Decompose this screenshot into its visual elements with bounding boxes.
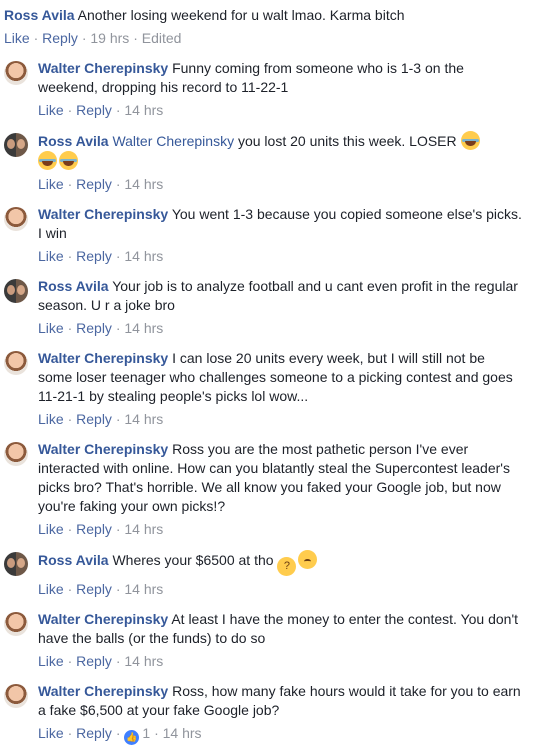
slightly-frowning-emoji: [298, 550, 318, 569]
comment-thread: Ross Avila Another losing weekend for u …: [0, 0, 542, 745]
reply-item: Walter Cherepinsky Ross, how many fake h…: [0, 682, 542, 745]
reply-item: Ross Avila Walter Cherepinsky you lost 2…: [0, 131, 542, 193]
reply-item: Walter Cherepinsky I can lose 20 units e…: [0, 349, 542, 428]
reply-text-line: Ross Avila Walter Cherepinsky you lost 2…: [38, 131, 522, 171]
reply-text-line: Ross Avila Wheres your $6500 at tho: [38, 550, 522, 576]
reply-text-line: Walter Cherepinsky At least I have the m…: [38, 610, 522, 648]
comment-text: Another losing weekend for u walt lmao. …: [77, 7, 405, 23]
comment-author[interactable]: Ross Avila: [4, 7, 75, 23]
reply-link[interactable]: Reply: [76, 248, 112, 264]
avatar[interactable]: [4, 133, 28, 157]
like-link[interactable]: Like: [38, 102, 64, 118]
like-link[interactable]: Like: [38, 248, 64, 264]
avatar[interactable]: [4, 612, 28, 636]
reply-actions: Like · Reply · 14 hrs: [38, 102, 164, 118]
edited-label[interactable]: Edited: [142, 30, 182, 46]
reply-link[interactable]: Reply: [76, 176, 112, 192]
reply-item: Ross Avila Your job is to analyze footba…: [0, 277, 542, 337]
reply-actions: Like · Reply · 14 hrs: [38, 411, 164, 427]
reply-item: Walter Cherepinsky Funny coming from som…: [0, 59, 542, 119]
reply-author[interactable]: Ross Avila: [38, 278, 109, 294]
timestamp[interactable]: 14 hrs: [124, 411, 163, 427]
reply-link[interactable]: Reply: [42, 30, 78, 46]
timestamp[interactable]: 14 hrs: [124, 320, 163, 336]
reply-item: Walter Cherepinsky You went 1-3 because …: [0, 205, 542, 265]
reply-link[interactable]: Reply: [76, 102, 112, 118]
reply-item: Walter Cherepinsky At least I have the m…: [0, 610, 542, 670]
timestamp[interactable]: 14 hrs: [124, 653, 163, 669]
mention-link[interactable]: Walter Cherepinsky: [112, 133, 234, 149]
reply-text-line: Walter Cherepinsky Funny coming from som…: [38, 59, 522, 97]
reply-link[interactable]: Reply: [76, 320, 112, 336]
reply-text: Wheres your $6500 at tho: [112, 552, 274, 568]
reply-actions: Like · Reply · 14 hrs: [38, 320, 164, 336]
reply-author[interactable]: Ross Avila: [38, 133, 109, 149]
like-link[interactable]: Like: [38, 176, 64, 192]
like-link[interactable]: Like: [38, 411, 64, 427]
timestamp[interactable]: 14 hrs: [124, 176, 163, 192]
like-link[interactable]: Like: [4, 30, 30, 46]
reply-link[interactable]: Reply: [76, 581, 112, 597]
reply-text-line: Ross Avila Your job is to analyze footba…: [38, 277, 522, 315]
timestamp[interactable]: 14 hrs: [124, 102, 163, 118]
reply-text-line: Walter Cherepinsky Ross you are the most…: [38, 440, 522, 516]
avatar[interactable]: [4, 207, 28, 231]
reply-author[interactable]: Walter Cherepinsky: [38, 683, 168, 699]
thinking-face-emoji: [277, 557, 297, 576]
timestamp[interactable]: 19 hrs: [90, 30, 129, 46]
avatar[interactable]: [4, 351, 28, 375]
like-link[interactable]: Like: [38, 581, 64, 597]
timestamp[interactable]: 14 hrs: [124, 248, 163, 264]
reply-actions: Like · Reply · 14 hrs: [38, 653, 164, 669]
tears-of-joy-emoji: [460, 131, 480, 150]
reply-author[interactable]: Walter Cherepinsky: [38, 60, 168, 76]
tears-of-joy-emoji: [59, 151, 78, 170]
timestamp[interactable]: 14 hrs: [163, 725, 202, 741]
reply-link[interactable]: Reply: [76, 411, 112, 427]
avatar[interactable]: [4, 684, 28, 708]
tears-of-joy-emoji: [38, 151, 57, 170]
avatar[interactable]: [4, 442, 28, 466]
timestamp[interactable]: 14 hrs: [124, 581, 163, 597]
reply-link[interactable]: Reply: [76, 653, 112, 669]
reply-actions: Like · Reply · 14 hrs: [38, 248, 164, 264]
reply-author[interactable]: Walter Cherepinsky: [38, 441, 168, 457]
like-thumb-icon[interactable]: 👍: [124, 730, 140, 745]
reply-actions: Like · Reply · 14 hrs: [38, 521, 164, 537]
reply-author[interactable]: Walter Cherepinsky: [38, 206, 168, 222]
reply-text: you lost 20 units this week. LOSER: [237, 133, 457, 149]
comment-actions: Like · Reply · 19 hrs · Edited: [4, 30, 182, 46]
avatar[interactable]: [4, 279, 28, 303]
avatar[interactable]: [4, 61, 28, 85]
reply-actions: Like · Reply · 👍 1 · 14 hrs: [38, 724, 522, 745]
reply-link[interactable]: Reply: [76, 725, 112, 741]
reply-text-line: Walter Cherepinsky I can lose 20 units e…: [38, 349, 522, 406]
timestamp[interactable]: 14 hrs: [124, 521, 163, 537]
reply-actions: Like · Reply · 14 hrs: [38, 176, 164, 192]
comment-text-line: Ross Avila Another losing weekend for u …: [4, 6, 538, 25]
reply-text-line: Walter Cherepinsky You went 1-3 because …: [38, 205, 522, 243]
reply-author[interactable]: Walter Cherepinsky: [38, 611, 168, 627]
reply-author[interactable]: Walter Cherepinsky: [38, 350, 168, 366]
avatar[interactable]: [4, 552, 28, 576]
like-link[interactable]: Like: [38, 521, 64, 537]
reply-item: Ross Avila Wheres your $6500 at tho Like…: [0, 550, 542, 598]
reply-item: Walter Cherepinsky Ross you are the most…: [0, 440, 542, 538]
reply-link[interactable]: Reply: [76, 521, 112, 537]
like-link[interactable]: Like: [38, 653, 64, 669]
like-link[interactable]: Like: [38, 320, 64, 336]
reply-author[interactable]: Ross Avila: [38, 552, 109, 568]
top-comment: Ross Avila Another losing weekend for u …: [0, 0, 542, 47]
like-link[interactable]: Like: [38, 725, 64, 741]
reaction-count[interactable]: 1: [142, 725, 150, 741]
reply-text: Your job is to analyze football and u ca…: [38, 278, 518, 313]
reply-actions: Like · Reply · 14 hrs: [38, 581, 164, 597]
reply-text-line: Walter Cherepinsky Ross, how many fake h…: [38, 682, 522, 720]
